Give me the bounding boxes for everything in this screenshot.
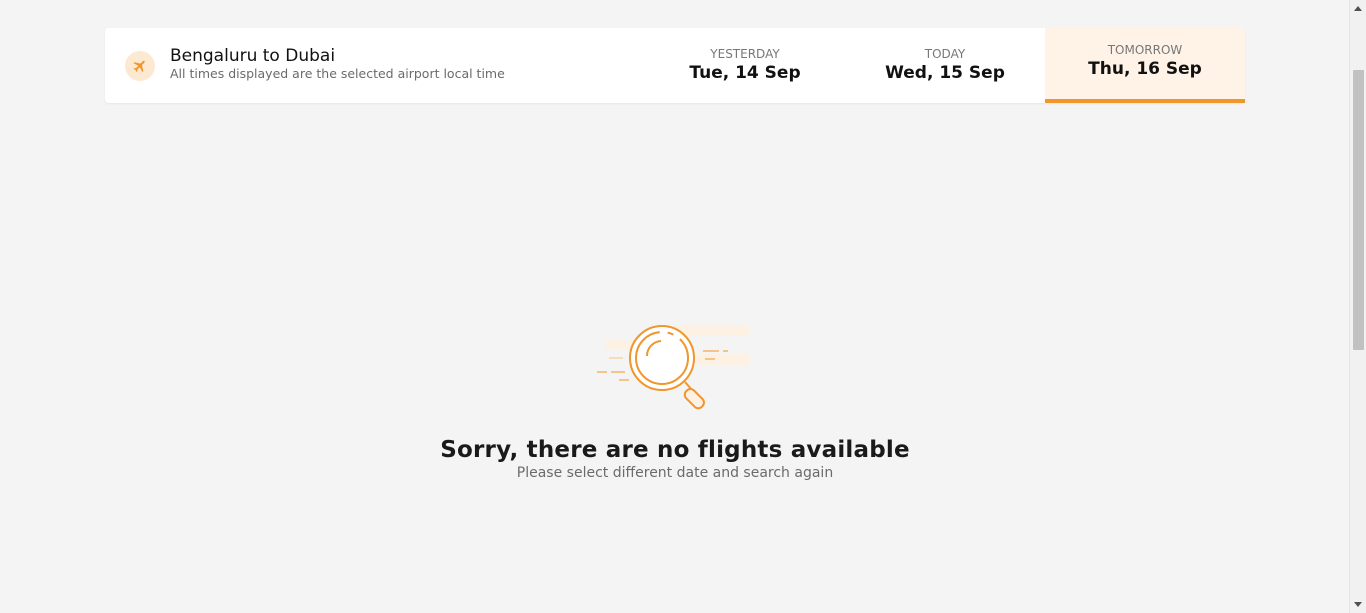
scrollbar-thumb[interactable] (1353, 70, 1364, 350)
vertical-scrollbar[interactable] (1349, 0, 1366, 613)
route-subtitle: All times displayed are the selected air… (170, 65, 505, 81)
scroll-down-icon[interactable] (1350, 597, 1366, 613)
empty-state-subtitle: Please select different date and search … (516, 465, 834, 481)
airplane-icon (125, 50, 155, 81)
tab-day-date: Wed, 15 Sep (885, 63, 1005, 83)
scroll-up-icon[interactable] (1350, 0, 1366, 16)
flight-results-page: Bengaluru to Dubai All times displayed a… (0, 0, 1366, 613)
tab-day-date: Thu, 16 Sep (1088, 59, 1202, 79)
tab-today[interactable]: TODAY Wed, 15 Sep (845, 28, 1045, 103)
route-info: Bengaluru to Dubai All times displayed a… (105, 28, 645, 103)
tab-day-label: TODAY (924, 47, 966, 61)
tab-day-label: YESTERDAY (710, 47, 780, 61)
tab-day-date: Tue, 14 Sep (689, 63, 801, 83)
no-results-message: Sorry, there are no flights available Pl… (0, 320, 1350, 482)
route-header: Bengaluru to Dubai All times displayed a… (105, 28, 1245, 103)
empty-state-title: Sorry, there are no flights available (440, 437, 910, 463)
magnifying-glass-icon (597, 325, 750, 410)
tab-tomorrow[interactable]: TOMORROW Thu, 16 Sep (1045, 28, 1245, 103)
tab-day-label: TOMORROW (1107, 43, 1183, 57)
tab-yesterday[interactable]: YESTERDAY Tue, 14 Sep (645, 28, 845, 103)
route-title: Bengaluru to Dubai (170, 45, 336, 66)
